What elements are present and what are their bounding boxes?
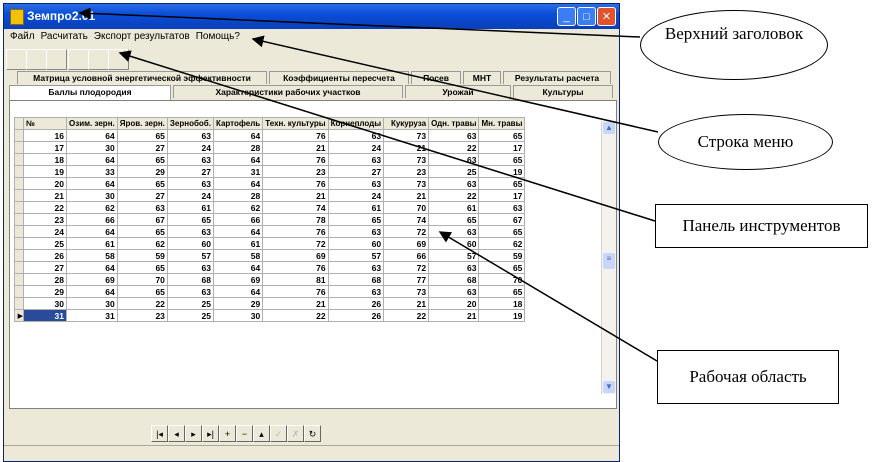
callout-toolbar: Панель инструментов	[655, 204, 868, 248]
arrow-header	[78, 7, 641, 38]
arrow-toolbar	[118, 50, 656, 222]
arrow-workarea	[438, 231, 658, 362]
callout-workarea: Рабочая область	[657, 350, 839, 404]
arrow-menu	[251, 35, 659, 133]
callout-menu: Строка меню	[658, 114, 833, 170]
callout-header: Верхний заголовок	[640, 10, 828, 80]
